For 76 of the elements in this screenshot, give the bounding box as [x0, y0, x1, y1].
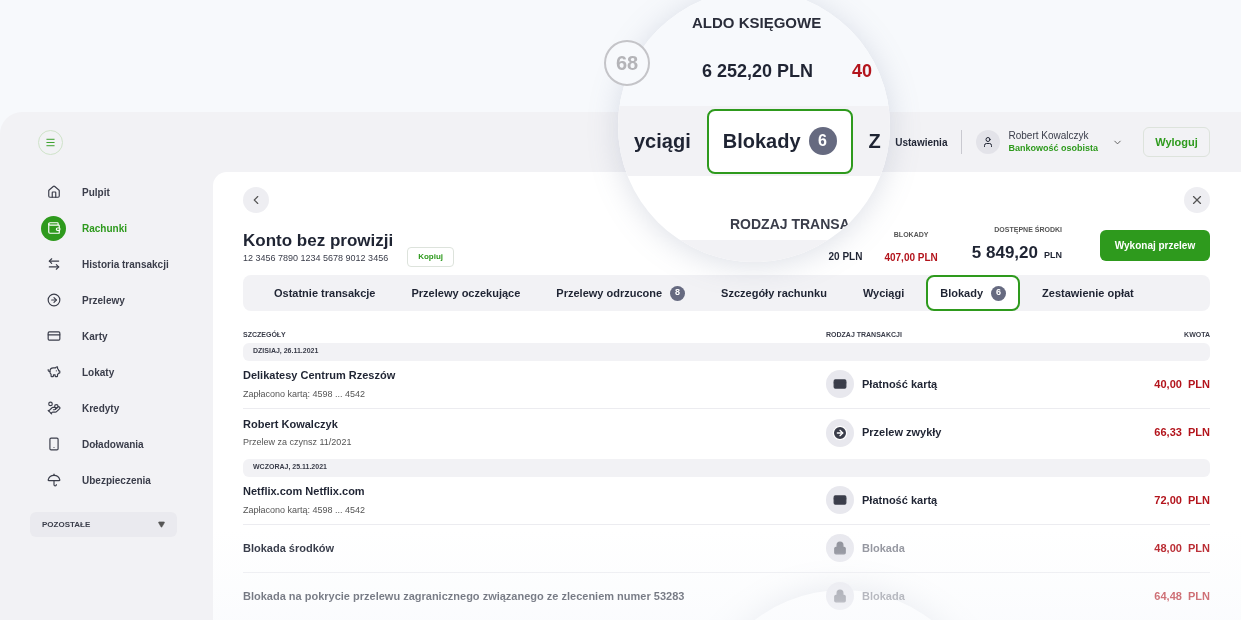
transaction-title: Delikatesy Centrum Rzeszów: [243, 368, 397, 383]
tab[interactable]: Wyciągi: [848, 275, 919, 311]
transfer-button[interactable]: Wykonaj przelew: [1100, 230, 1210, 261]
tab[interactable]: Ostatnie transakcje: [260, 275, 390, 311]
piggy-bank-icon: [46, 365, 61, 379]
transaction-detail: Przelew za czynsz 11/2021: [243, 436, 353, 449]
tab[interactable]: Blokady 6: [926, 275, 1021, 311]
wallet-icon: [46, 221, 61, 235]
currency-label: PLN: [1044, 248, 1062, 262]
home-icon: [46, 185, 61, 199]
sidebar-item[interactable]: Pulpit: [0, 174, 213, 210]
card-icon: [833, 493, 847, 507]
transaction-type: Blokada: [862, 588, 905, 604]
count-badge: 6: [991, 285, 1007, 301]
phone-icon: [46, 437, 61, 451]
close-button[interactable]: [1184, 187, 1210, 213]
hand-coins-icon: [46, 401, 61, 415]
magnified-amount: 40: [852, 60, 873, 83]
arrow-circle-icon: [46, 293, 61, 307]
sidebar-item[interactable]: Kredyty: [0, 390, 213, 426]
sidebar-item[interactable]: Karty: [0, 318, 213, 354]
transaction-title: Blokada środków: [243, 540, 336, 556]
tab[interactable]: Przelewy oczekujące: [397, 275, 535, 311]
magnified-amount: 6 252,20 PLN: [702, 60, 814, 83]
account-number: 12 3456 7890 1234 5678 9012 3456: [243, 251, 390, 265]
transaction-type: Blokada: [862, 540, 905, 556]
count-badge: 6: [808, 127, 837, 155]
transaction-detail: Zapłacono kartą: 4598 ... 4542: [243, 387, 367, 401]
back-button[interactable]: [243, 187, 269, 213]
transaction-title: Netflix.com Netflix.com: [243, 484, 366, 499]
sidebar-item[interactable]: Przelewy: [0, 282, 213, 318]
card-icon: [833, 377, 847, 391]
balance-amount: 20 PLN: [828, 250, 863, 264]
transaction-type: Płatność kartą: [862, 492, 938, 508]
tab[interactable]: Przelewy odrzucone 8: [542, 275, 700, 311]
settings-link[interactable]: Ustawienia: [895, 134, 948, 150]
tab[interactable]: Blokady 6: [706, 108, 853, 174]
card-icon: [46, 329, 61, 343]
step-number: 68: [604, 40, 650, 86]
umbrella-icon: [46, 473, 61, 487]
available-amount: 5 849,20: [971, 241, 1038, 264]
magnified-column-header: RODZAJ TRANSA: [730, 215, 850, 234]
dropdown-icon: [158, 521, 165, 528]
lock-icon: [833, 541, 847, 555]
arrows-icon: [46, 257, 61, 271]
sidebar-item[interactable]: Historia transakcji: [0, 246, 213, 282]
transaction-type: Przelew zwykły: [862, 425, 942, 441]
magnified-heading: ALDO KSIĘGOWE: [692, 13, 822, 33]
close-icon: [1190, 193, 1204, 207]
tab[interactable]: Szczegóły rachunku: [707, 275, 841, 311]
transaction-amount: 64,48 PLN: [1154, 588, 1210, 604]
user-role: Bankowość osobista: [1008, 142, 1098, 154]
count-badge: 8: [670, 285, 686, 301]
transaction-title: Blokada na pokrycie przelewu zagranicznego związanego ze zleceniem numer 53283: [243, 588, 686, 604]
transaction-amount: 72,00 PLN: [1154, 492, 1210, 508]
user-icon: [982, 136, 995, 148]
transaction-type: Płatność kartą: [862, 376, 938, 392]
sidebar-item[interactable]: Lokaty: [0, 354, 213, 390]
transaction-detail: Zapłacono kartą: 4598 ... 4542: [243, 503, 367, 517]
blocked-amount: 407,00 PLN: [884, 251, 938, 265]
user-name: Robert Kowalczyk: [1008, 130, 1090, 143]
arrow-circle-icon: [832, 424, 848, 441]
transaction-amount: 40,00 PLN: [1154, 376, 1210, 392]
copy-button[interactable]: Kopiuj: [407, 247, 455, 267]
transaction-amount: 66,33 PLN: [1154, 425, 1210, 441]
tab[interactable]: Z: [852, 108, 890, 174]
sidebar-item[interactable]: Doładowania: [0, 426, 213, 462]
transaction-title: Robert Kowalczyk: [243, 416, 339, 432]
transaction-amount: 48,00 PLN: [1154, 540, 1210, 556]
more-dropdown[interactable]: POZOSTAŁE: [30, 512, 177, 537]
lock-icon: [833, 589, 847, 603]
tab[interactable]: yciągi: [618, 108, 707, 174]
menu-icon: [45, 136, 56, 148]
account-title: Konto bez prowizji: [243, 230, 394, 252]
sidebar-item[interactable]: Ubezpieczenia: [0, 462, 213, 498]
tab[interactable]: Zestawienie opłat: [1028, 275, 1148, 311]
